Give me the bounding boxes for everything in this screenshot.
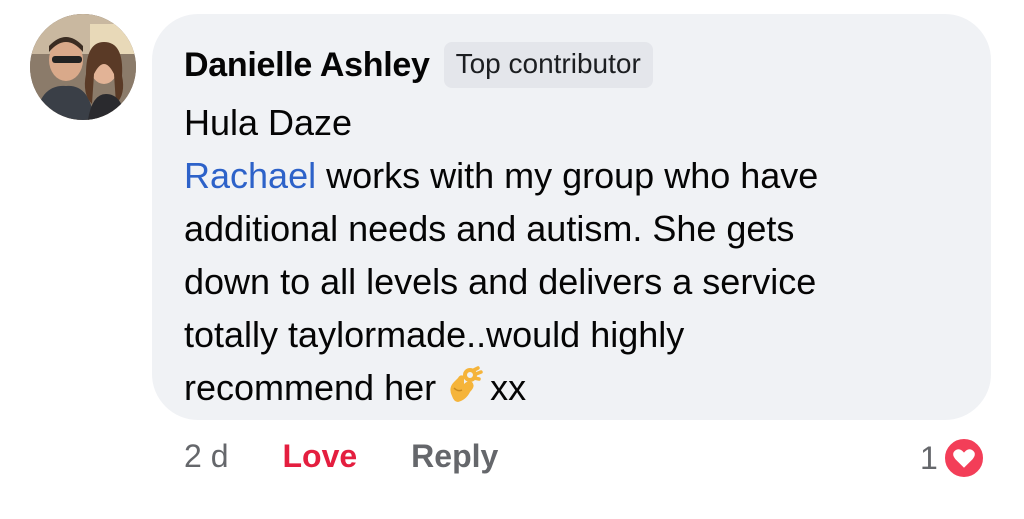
heart-icon [941, 436, 986, 480]
comment-bubble: Danielle Ashley Top contributor Hula Daz… [152, 14, 991, 420]
reaction-summary[interactable]: 1 [920, 436, 986, 480]
comment-header: Danielle Ashley Top contributor [184, 38, 961, 92]
comment-line: recommend her xx [184, 366, 527, 408]
reply-button[interactable]: Reply [411, 438, 498, 475]
comment-line: Hula Daze [184, 102, 353, 143]
comment-text: Hula Daze Rachael works with my group wh… [184, 96, 944, 414]
reaction-count: 1 [920, 439, 938, 476]
comment-line: Rachael works with my group who have [184, 155, 819, 196]
comment-line: down to all levels and delivers a servic… [184, 261, 817, 302]
comment-actions: 2 d Love Reply [184, 438, 498, 475]
comment-line: totally taylormade..would highly [184, 314, 685, 355]
ok-hand-emoji-icon [444, 366, 484, 406]
avatar[interactable] [30, 14, 136, 120]
timestamp[interactable]: 2 d [184, 438, 228, 475]
avatar-photo [30, 14, 136, 120]
love-button[interactable]: Love [282, 438, 357, 475]
top-contributor-badge[interactable]: Top contributor [443, 42, 653, 88]
mention-link[interactable]: Rachael [184, 155, 316, 196]
comment-line: additional needs and autism. She gets [184, 208, 795, 249]
author-name[interactable]: Danielle Ashley [184, 46, 430, 85]
